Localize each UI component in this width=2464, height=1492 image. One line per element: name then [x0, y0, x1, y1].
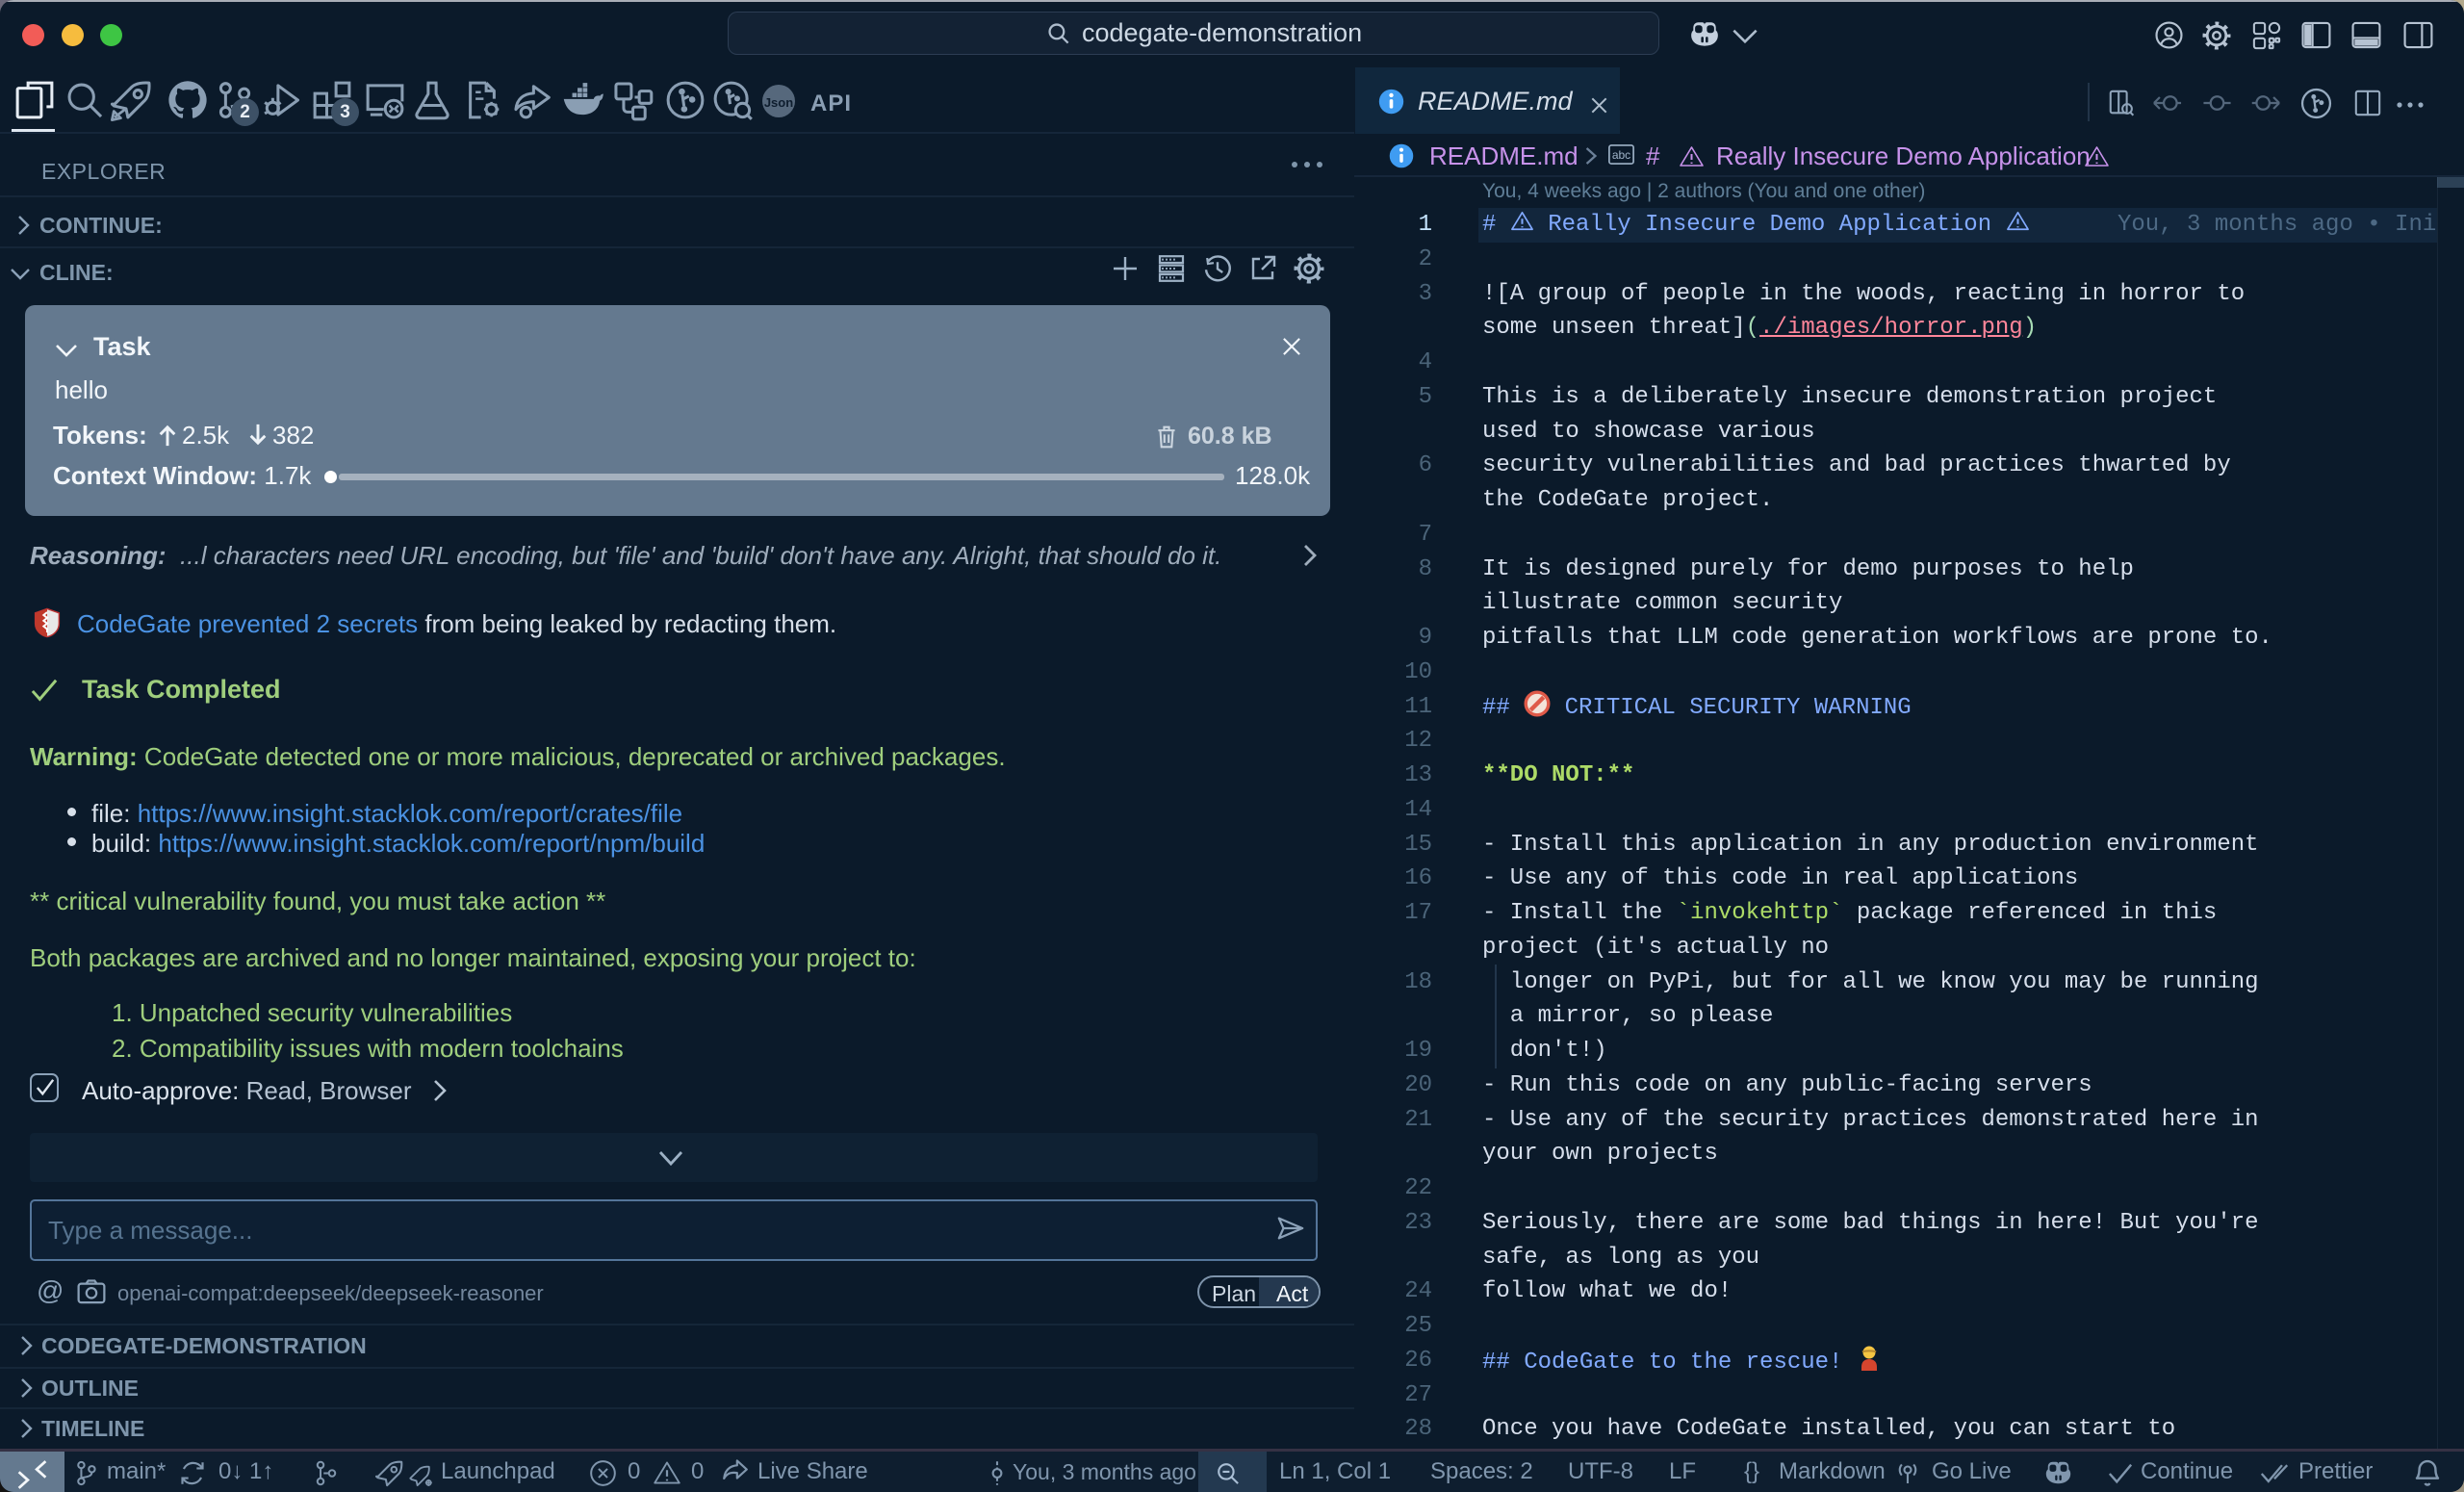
svg-text:abc: abc	[1612, 148, 1630, 162]
svg-text:Json: Json	[764, 95, 793, 110]
